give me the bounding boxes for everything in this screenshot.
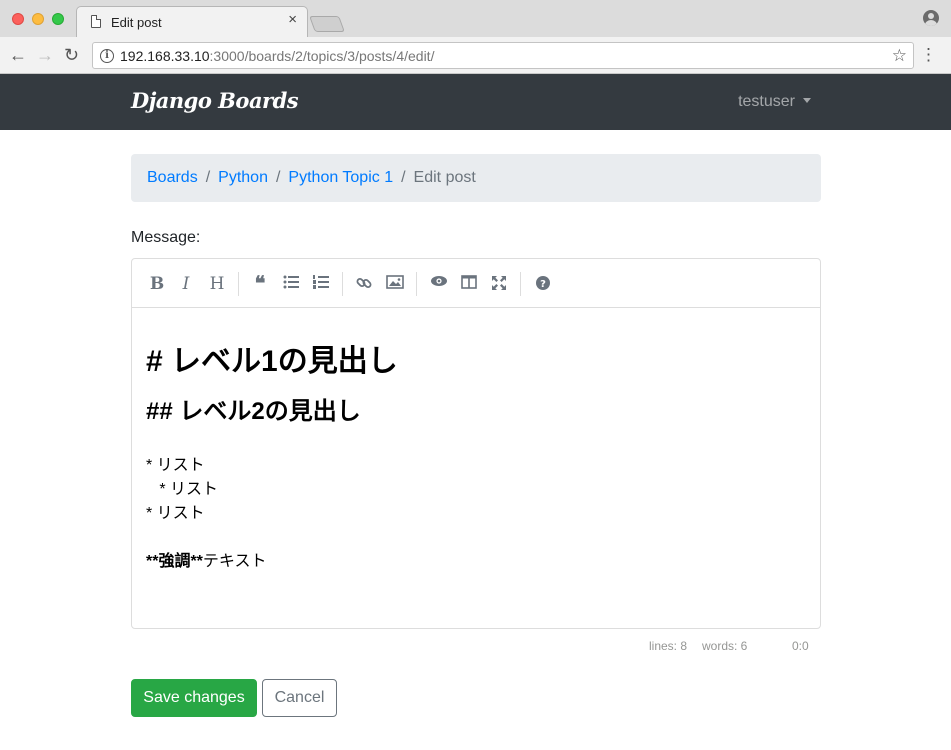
- cancel-button[interactable]: Cancel: [262, 679, 337, 717]
- strong-markup: **強調**: [146, 553, 203, 570]
- toolbar-divider: [416, 272, 417, 296]
- list-item: * リスト: [146, 481, 219, 498]
- heading-level-2: ## レベル2の見出し: [146, 398, 361, 425]
- toolbar-divider: [342, 272, 343, 296]
- save-changes-button[interactable]: Save changes: [131, 679, 257, 717]
- list-item: * リスト: [146, 457, 205, 474]
- fullscreen-icon[interactable]: [487, 273, 511, 295]
- toolbar-divider: [238, 272, 239, 296]
- profile-icon[interactable]: [923, 10, 939, 26]
- list-item: * リスト: [146, 505, 205, 522]
- close-window-button[interactable]: [12, 13, 24, 25]
- quote-icon[interactable]: ❝: [248, 273, 272, 295]
- bookmark-star-icon[interactable]: ☆: [892, 46, 907, 66]
- url-host: 192.168.33.10: [120, 48, 210, 64]
- browser-tab-strip: Edit post ×: [0, 0, 951, 37]
- markdown-editor: B I H ❝ ? # レベル1の見出し ## レベル2の見出し * リスト *…: [131, 258, 821, 629]
- heading-level-1: # レベル1の見出し: [146, 345, 398, 378]
- minimize-window-button[interactable]: [32, 13, 44, 25]
- unordered-list-icon[interactable]: [279, 273, 303, 295]
- browser-toolbar: ← → ↻ i 192.168.33.10:3000/boards/2/topi…: [0, 37, 951, 74]
- italic-icon[interactable]: I: [174, 273, 198, 295]
- breadcrumb-boards[interactable]: Boards: [147, 169, 198, 186]
- editor-toolbar: B I H ❝ ?: [132, 259, 820, 308]
- forward-icon[interactable]: →: [36, 45, 54, 65]
- user-dropdown[interactable]: testuser: [738, 93, 811, 111]
- cursor-position: 0:0: [792, 639, 809, 653]
- link-icon[interactable]: [352, 273, 376, 295]
- side-by-side-icon[interactable]: [457, 273, 481, 295]
- editor-statusbar: lines: 8 words: 6 0:0: [131, 639, 821, 655]
- browser-menu-icon[interactable]: ⋮: [920, 45, 937, 65]
- breadcrumb-python[interactable]: Python: [218, 169, 268, 186]
- svg-text:?: ?: [540, 279, 546, 290]
- address-bar[interactable]: i 192.168.33.10:3000/boards/2/topics/3/p…: [92, 42, 914, 69]
- document-icon: [91, 15, 101, 28]
- breadcrumb: Boards / Python / Python Topic 1 / Edit post: [131, 154, 821, 202]
- brand-logo[interactable]: Django Boards: [131, 88, 299, 113]
- site-info-icon[interactable]: i: [100, 49, 114, 63]
- ordered-list-icon[interactable]: [309, 273, 333, 295]
- preview-icon[interactable]: [427, 273, 451, 295]
- help-icon[interactable]: ?: [531, 273, 555, 295]
- word-count: words: 6: [702, 639, 748, 653]
- url-path: :3000/boards/2/topics/3/posts/4/edit/: [209, 48, 435, 64]
- maximize-window-button[interactable]: [52, 13, 64, 25]
- breadcrumb-separator: /: [205, 169, 211, 186]
- tab-title: Edit post: [111, 15, 162, 30]
- tab-close-icon[interactable]: ×: [288, 12, 297, 27]
- image-icon[interactable]: [383, 273, 407, 295]
- breadcrumb-active: Edit post: [413, 169, 476, 186]
- reload-icon[interactable]: ↻: [64, 45, 79, 65]
- back-icon[interactable]: ←: [9, 45, 27, 65]
- new-tab-button[interactable]: [309, 16, 345, 32]
- message-label: Message:: [131, 229, 201, 246]
- strong-tail: テキスト: [202, 553, 267, 570]
- heading-icon[interactable]: H: [205, 273, 229, 295]
- toolbar-divider: [520, 272, 521, 296]
- line-count: lines: 8: [649, 639, 688, 653]
- url-text[interactable]: 192.168.33.10:3000/boards/2/topics/3/pos…: [120, 48, 434, 64]
- breadcrumb-separator: /: [275, 169, 281, 186]
- bold-icon[interactable]: B: [145, 273, 169, 295]
- site-navbar: Django Boards testuser: [0, 74, 951, 130]
- browser-tab[interactable]: Edit post ×: [76, 6, 308, 37]
- username: testuser: [738, 93, 795, 110]
- breadcrumb-topic[interactable]: Python Topic 1: [288, 169, 393, 186]
- caret-down-icon: [803, 98, 811, 103]
- breadcrumb-separator: /: [401, 169, 406, 186]
- strong-text-line: **強調**テキスト: [146, 547, 266, 571]
